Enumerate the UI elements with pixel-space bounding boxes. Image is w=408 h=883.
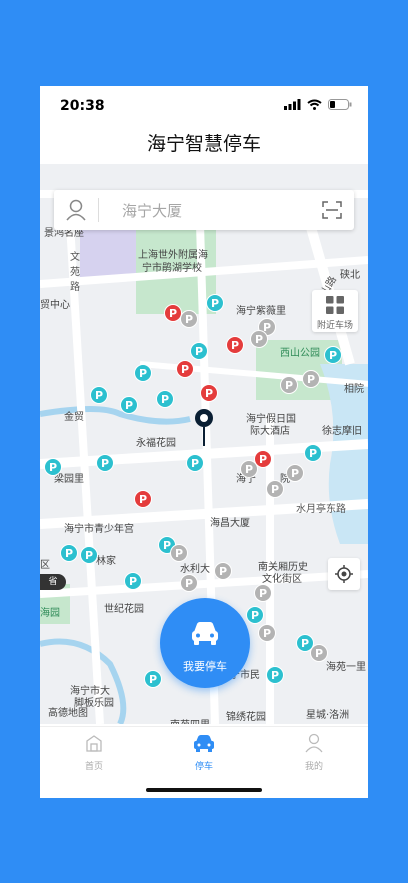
tab-profile-label: 我的 (304, 762, 323, 772)
tab-home[interactable]: 首页 (54, 733, 134, 772)
map-label: 文化街区 (262, 574, 302, 585)
parking-marker[interactable]: P (246, 606, 264, 624)
park-now-label: 我要停车 (183, 660, 227, 673)
parking-marker[interactable]: P (214, 562, 232, 580)
map-label: 硖北 (340, 270, 360, 281)
map-label: 金贸 (64, 412, 84, 423)
parking-marker[interactable]: P (302, 370, 320, 388)
locate-icon (335, 565, 353, 583)
locate-button[interactable] (328, 558, 360, 590)
parking-marker[interactable]: P (254, 450, 272, 468)
parking-marker[interactable]: P (120, 396, 138, 414)
parking-marker[interactable]: P (44, 458, 62, 476)
tab-bar: 首页 停车 我的 (40, 726, 368, 797)
parking-marker[interactable]: P (180, 310, 198, 328)
map-label: 文苑路 (70, 252, 80, 293)
parking-marker[interactable]: P (310, 644, 328, 662)
wifi-icon (307, 99, 322, 110)
parking-marker[interactable]: P (254, 584, 272, 602)
nearby-parking-button[interactable]: 附近车场 (312, 290, 358, 332)
grid-icon (326, 296, 344, 314)
profile-icon (305, 733, 323, 753)
parking-marker[interactable]: P (304, 444, 322, 462)
nav-bar: 海宁智慧停车 (40, 126, 368, 162)
map-label: 海宁紫薇里 (236, 306, 286, 317)
parking-marker[interactable]: P (60, 544, 78, 562)
parking-marker[interactable]: P (186, 454, 204, 472)
map-label: 林家 (96, 556, 116, 567)
parking-marker[interactable]: P (96, 454, 114, 472)
nearby-label: 附近车场 (316, 321, 353, 331)
map-label: 水利大 (180, 564, 210, 575)
map-logo: 高德地图 (48, 708, 88, 719)
map-label: 贸中心 (40, 300, 70, 311)
parking-marker[interactable]: P (176, 360, 194, 378)
parking-marker[interactable]: P (170, 544, 188, 562)
tab-profile[interactable]: 我的 (274, 733, 354, 772)
tab-home-label: 首页 (84, 762, 103, 772)
parking-marker[interactable]: P (226, 336, 244, 354)
map-label: 世纪花园 (104, 604, 144, 615)
parking-marker[interactable]: P (286, 464, 304, 482)
map-label: 海昌大厦 (210, 518, 250, 529)
car-icon (192, 622, 218, 645)
map-label: 西山公园 (280, 348, 320, 359)
parking-marker[interactable]: P (190, 342, 208, 360)
parking-marker[interactable]: P (206, 294, 224, 312)
parking-marker[interactable]: P (134, 364, 152, 382)
map-label: 际大酒店 (250, 426, 290, 437)
parking-marker[interactable]: P (90, 386, 108, 404)
map-label: 海园 (40, 608, 60, 619)
home-icon (86, 735, 102, 752)
parking-marker[interactable]: P (324, 346, 342, 364)
car-icon (194, 735, 214, 752)
status-time: 20:38 (60, 98, 105, 114)
parking-marker[interactable]: P (180, 574, 198, 592)
user-icon[interactable] (66, 199, 86, 221)
search-bar[interactable]: 海宁大厦 (54, 190, 354, 230)
parking-marker[interactable]: P (258, 624, 276, 642)
scan-icon[interactable] (322, 201, 342, 219)
map-label: 徐志摩旧 (322, 426, 362, 437)
parking-marker[interactable]: P (156, 390, 174, 408)
page-title: 海宁智慧停车 (146, 133, 261, 155)
parking-marker[interactable]: P (250, 330, 268, 348)
map-label: 相院 (344, 384, 364, 395)
park-now-button[interactable]: 我要停车 (160, 598, 250, 688)
map-label: 水月亭东路 (296, 504, 346, 515)
current-location-pin-icon (195, 409, 213, 446)
map-label: 永福花园 (136, 438, 176, 449)
map-label: 海宁市青少年宫 (64, 524, 134, 535)
tab-parking-label: 停车 (194, 762, 213, 772)
tab-parking[interactable]: 停车 (164, 733, 244, 772)
phone-screen: 20:38 海宁智慧停车 景鸿名座 文苑路 上海世外附属海 宁市鹃湖学校 硖北 … (40, 86, 368, 798)
map-label: 宁市鹃湖学校 (142, 263, 202, 274)
search-input[interactable]: 海宁大厦 (122, 200, 182, 221)
parking-marker[interactable]: P (134, 490, 152, 508)
map-label: 南苑四里 (170, 716, 210, 724)
parking-marker[interactable]: P (80, 546, 98, 564)
parking-marker[interactable]: P (280, 376, 298, 394)
parking-marker[interactable]: P (266, 480, 284, 498)
parking-marker[interactable]: P (266, 666, 284, 684)
map-label: 锦绣花园 (226, 712, 266, 723)
signal-icon (284, 99, 301, 110)
map-label: 区 (40, 560, 50, 571)
parking-marker[interactable]: P (124, 572, 142, 590)
parking-marker[interactable]: P (200, 384, 218, 402)
map-label: 星城·洛洲 (306, 710, 350, 721)
battery-icon (328, 99, 352, 110)
status-bar: 20:38 (40, 86, 368, 126)
home-indicator (146, 788, 262, 792)
map-label: 海苑一里 (326, 662, 366, 673)
edge-tag: 省 (40, 574, 66, 590)
